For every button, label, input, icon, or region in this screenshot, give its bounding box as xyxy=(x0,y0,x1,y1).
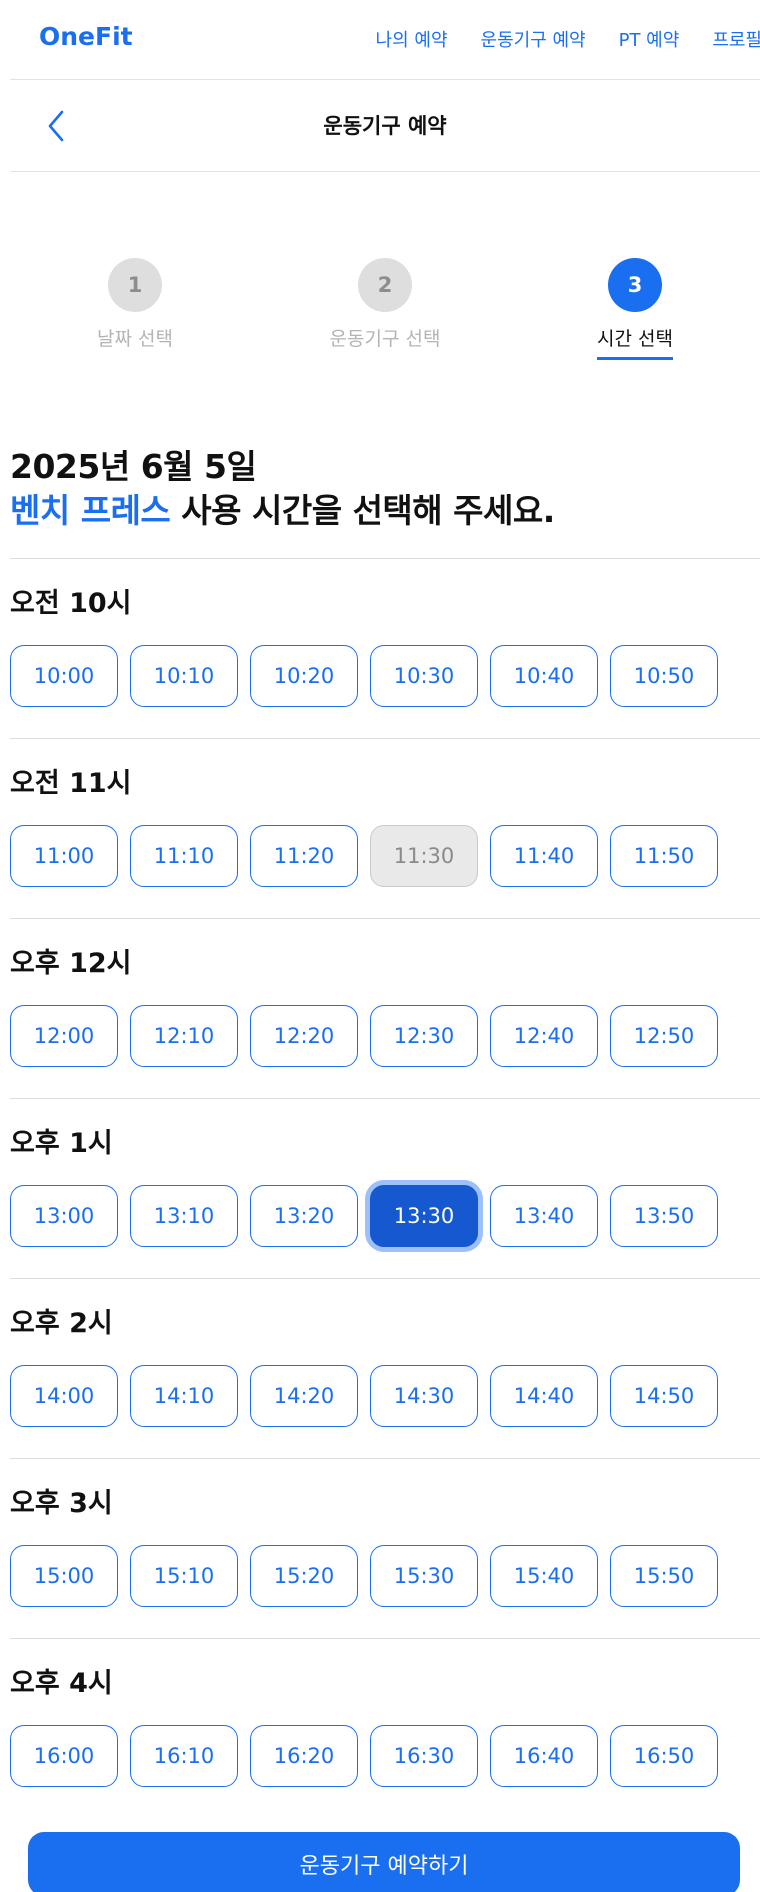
time-slot-button[interactable]: 12:20 xyxy=(250,1005,358,1067)
time-slot-button[interactable]: 15:30 xyxy=(370,1545,478,1607)
nav-link-equipment-reservation[interactable]: 운동기구 예약 xyxy=(481,26,586,52)
time-slot-button[interactable]: 11:50 xyxy=(610,825,718,887)
time-group: 오후 3시 15:00 15:10 15:20 15:30 15:40 15:50 xyxy=(10,1458,760,1638)
time-slot-button[interactable]: 13:20 xyxy=(250,1185,358,1247)
step-time[interactable]: 3 시간 선택 xyxy=(545,258,725,360)
time-slot-button[interactable]: 11:00 xyxy=(10,825,118,887)
time-group-title: 오후 4시 xyxy=(10,1668,113,1699)
time-group: 오후 2시 14:00 14:10 14:20 14:30 14:40 14:50 xyxy=(10,1278,760,1458)
time-slot-button[interactable]: 14:40 xyxy=(490,1365,598,1427)
time-slot-button[interactable]: 14:00 xyxy=(10,1365,118,1427)
time-slot-button[interactable]: 15:00 xyxy=(10,1545,118,1607)
time-slot-button[interactable]: 10:40 xyxy=(490,645,598,707)
step-indicator: 1 날짜 선택 2 운동기구 선택 3 시간 선택 xyxy=(10,258,760,360)
top-nav: OneFit 나의 예약 운동기구 예약 PT 예약 프로필 xyxy=(10,0,760,80)
step-equipment[interactable]: 2 운동기구 선택 xyxy=(295,258,475,357)
time-slot-row: 14:00 14:10 14:20 14:30 14:40 14:50 xyxy=(10,1365,730,1427)
time-slot-groups: 오전 10시 10:00 10:10 10:20 10:30 10:40 10:50 오전 1… xyxy=(10,558,760,1818)
step-label: 날짜 선택 xyxy=(97,328,173,350)
page-header: 운동기구 예약 xyxy=(10,80,760,172)
time-slot-button[interactable]: 16:20 xyxy=(250,1725,358,1787)
time-slot-button-selected[interactable]: 13:30 xyxy=(370,1185,478,1247)
time-slot-button[interactable]: 11:40 xyxy=(490,825,598,887)
time-slot-button[interactable]: 14:50 xyxy=(610,1365,718,1427)
page-title: 운동기구 예약 xyxy=(323,114,447,138)
time-group-title: 오후 12시 xyxy=(10,948,132,979)
time-slot-button[interactable]: 11:20 xyxy=(250,825,358,887)
time-slot-button[interactable]: 15:20 xyxy=(250,1545,358,1607)
time-slot-button[interactable]: 12:40 xyxy=(490,1005,598,1067)
time-slot-button[interactable]: 12:00 xyxy=(10,1005,118,1067)
time-slot-button[interactable]: 10:50 xyxy=(610,645,718,707)
app-logo[interactable]: OneFit xyxy=(39,22,133,51)
time-slot-button[interactable]: 10:20 xyxy=(250,645,358,707)
time-slot-button[interactable]: 13:50 xyxy=(610,1185,718,1247)
time-slot-button[interactable]: 12:50 xyxy=(610,1005,718,1067)
time-group-title: 오후 2시 xyxy=(10,1308,113,1339)
step-label: 운동기구 선택 xyxy=(329,328,441,350)
time-slot-button[interactable]: 16:40 xyxy=(490,1725,598,1787)
time-group: 오후 12시 12:00 12:10 12:20 12:30 12:40 12:50 xyxy=(10,918,760,1098)
time-slot-button[interactable]: 12:30 xyxy=(370,1005,478,1067)
time-slot-button[interactable]: 10:30 xyxy=(370,645,478,707)
time-slot-button[interactable]: 16:50 xyxy=(610,1725,718,1787)
time-slot-button[interactable]: 15:40 xyxy=(490,1545,598,1607)
selection-heading: 2025년 6월 5일 벤치 프레스 사용 시간을 선택해 주세요. xyxy=(10,445,555,533)
step-number: 1 xyxy=(108,258,162,312)
time-slot-button[interactable]: 13:40 xyxy=(490,1185,598,1247)
time-slot-button[interactable]: 14:30 xyxy=(370,1365,478,1427)
step-number: 2 xyxy=(358,258,412,312)
time-group: 오전 10시 10:00 10:10 10:20 10:30 10:40 10:50 xyxy=(10,558,760,738)
time-slot-button-disabled: 11:30 xyxy=(370,825,478,887)
selected-date: 2025년 6월 5일 xyxy=(10,447,257,486)
time-slot-row: 10:00 10:10 10:20 10:30 10:40 10:50 xyxy=(10,645,730,707)
time-slot-row: 11:00 11:10 11:20 11:30 11:40 11:50 xyxy=(10,825,730,887)
nav-links: 나의 예약 운동기구 예약 PT 예약 프로필 xyxy=(343,26,760,52)
time-slot-button[interactable]: 12:10 xyxy=(130,1005,238,1067)
time-slot-row: 15:00 15:10 15:20 15:30 15:40 15:50 xyxy=(10,1545,730,1607)
time-slot-button[interactable]: 16:30 xyxy=(370,1725,478,1787)
time-slot-row: 13:00 13:10 13:20 13:30 13:40 13:50 xyxy=(10,1185,730,1247)
time-slot-button[interactable]: 13:00 xyxy=(10,1185,118,1247)
time-slot-row: 16:00 16:10 16:20 16:30 16:40 16:50 xyxy=(10,1725,730,1787)
nav-link-profile[interactable]: 프로필 xyxy=(712,26,760,52)
selected-equipment: 벤치 프레스 xyxy=(10,491,171,530)
time-slot-button[interactable]: 14:10 xyxy=(130,1365,238,1427)
selection-prompt: 벤치 프레스 사용 시간을 선택해 주세요. xyxy=(10,489,555,533)
time-slot-button[interactable]: 14:20 xyxy=(250,1365,358,1427)
step-label: 시간 선택 xyxy=(597,324,673,360)
time-group: 오후 4시 16:00 16:10 16:20 16:30 16:40 16:50 xyxy=(10,1638,760,1818)
time-group-title: 오후 1시 xyxy=(10,1128,113,1159)
time-group-title: 오후 3시 xyxy=(10,1488,113,1519)
time-slot-button[interactable]: 11:10 xyxy=(130,825,238,887)
time-group-title: 오전 10시 xyxy=(10,588,132,619)
time-group-title: 오전 11시 xyxy=(10,768,132,799)
time-slot-button[interactable]: 13:10 xyxy=(130,1185,238,1247)
prompt-text: 사용 시간을 선택해 주세요. xyxy=(170,491,555,530)
time-slot-button[interactable]: 10:00 xyxy=(10,645,118,707)
time-slot-row: 12:00 12:10 12:20 12:30 12:40 12:50 xyxy=(10,1005,730,1067)
time-group: 오후 1시 13:00 13:10 13:20 13:30 13:40 13:50 xyxy=(10,1098,760,1278)
time-slot-button[interactable]: 16:00 xyxy=(10,1725,118,1787)
step-date[interactable]: 1 날짜 선택 xyxy=(45,258,225,357)
time-slot-button[interactable]: 15:10 xyxy=(130,1545,238,1607)
reserve-equipment-button[interactable]: 운동기구 예약하기 xyxy=(28,1832,740,1892)
time-group: 오전 11시 11:00 11:10 11:20 11:30 11:40 11:50 xyxy=(10,738,760,918)
step-number: 3 xyxy=(608,258,662,312)
time-slot-button[interactable]: 16:10 xyxy=(130,1725,238,1787)
time-slot-button[interactable]: 15:50 xyxy=(610,1545,718,1607)
nav-link-pt-reservation[interactable]: PT 예약 xyxy=(619,26,680,52)
nav-link-my-reservations[interactable]: 나의 예약 xyxy=(376,26,448,52)
time-slot-button[interactable]: 10:10 xyxy=(130,645,238,707)
